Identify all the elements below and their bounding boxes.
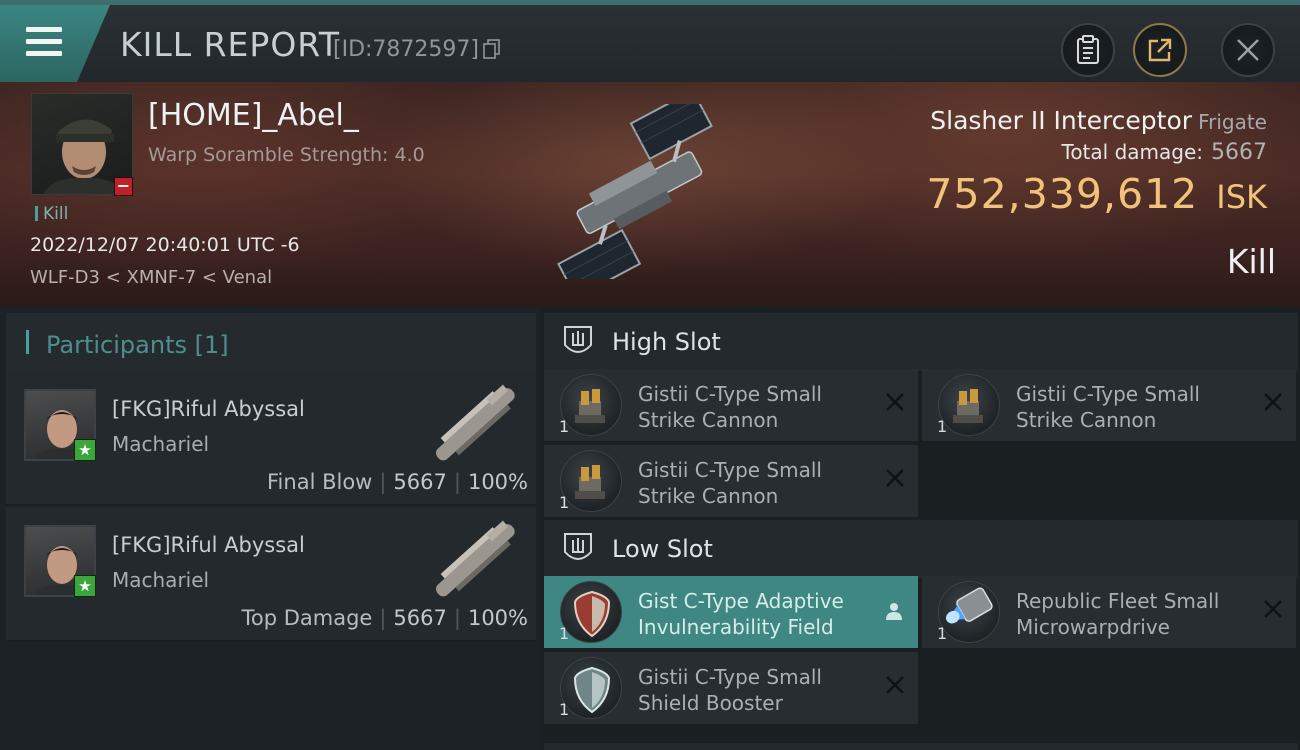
low-slot-title: Low Slot bbox=[612, 535, 713, 563]
menu-icon bbox=[26, 27, 62, 57]
dropped-person-icon bbox=[886, 603, 902, 620]
projectile-turret-icon bbox=[938, 374, 1000, 436]
destroyed-x-icon bbox=[886, 393, 904, 411]
module-name: Gistii C-Type Small Shield Booster bbox=[638, 665, 822, 715]
shield-booster-icon bbox=[560, 657, 622, 719]
microwarpdrive-icon bbox=[938, 581, 1000, 643]
participant-row[interactable]: ★ [FKG]Riful Abyssal Machariel Final Blo… bbox=[6, 371, 536, 505]
participant-stats: Top Damage | 5667 | 100% bbox=[241, 606, 528, 630]
module-item[interactable]: 1 Republic Fleet Small Microwarpdrive bbox=[922, 576, 1296, 648]
module-name: Gistii C-Type Small Strike Cannon bbox=[638, 458, 822, 508]
victim-name[interactable]: [HOME]_Abel_ bbox=[148, 98, 359, 133]
destroyed-x-icon bbox=[886, 676, 904, 694]
kill-summary-banner: − [HOME]_Abel_ Warp Soramble Strength: 4… bbox=[0, 82, 1300, 307]
close-button[interactable] bbox=[1221, 23, 1275, 77]
participant-stats: Final Blow | 5667 | 100% bbox=[267, 470, 528, 494]
isk-value: 752,339,612 ISK bbox=[926, 170, 1267, 218]
invulnerability-field-icon bbox=[560, 581, 622, 643]
victim-ship-name[interactable]: Slasher II Interceptor Frigate bbox=[930, 106, 1267, 135]
kill-timestamp: 2022/12/07 20:40:01 UTC -6 bbox=[30, 234, 300, 256]
fitting-panel: High Slot 1 Gistii C-Type Small Strike Ca… bbox=[540, 307, 1300, 750]
participant-name[interactable]: [FKG]Riful Abyssal bbox=[112, 397, 305, 421]
projectile-turret-icon bbox=[560, 450, 622, 512]
module-item[interactable]: 1 Gistii C-Type Small Strike Cannon bbox=[922, 369, 1296, 441]
participant-ship-image bbox=[435, 520, 515, 597]
close-icon bbox=[1237, 39, 1259, 61]
module-quantity: 1 bbox=[559, 417, 570, 436]
top-bar: KILL REPORT [ID:7872597] bbox=[0, 0, 1300, 82]
hostile-badge: − bbox=[114, 177, 133, 196]
low-slot-header: Low Slot bbox=[544, 520, 1298, 578]
clipboard-icon bbox=[1077, 35, 1099, 64]
destroyed-x-icon bbox=[1264, 393, 1282, 411]
high-slot-icon bbox=[564, 326, 592, 353]
share-button[interactable] bbox=[1133, 23, 1187, 77]
module-quantity: 1 bbox=[937, 417, 948, 436]
module-name: Gistii C-Type Small Strike Cannon bbox=[638, 382, 822, 432]
module-quantity: 1 bbox=[937, 624, 948, 643]
victim-ship-image[interactable] bbox=[525, 104, 770, 279]
kill-tag: Kill bbox=[35, 204, 68, 224]
participant-ship: Machariel bbox=[112, 432, 210, 456]
menu-button[interactable] bbox=[0, 5, 110, 82]
destroyed-x-icon bbox=[886, 469, 904, 487]
participant-ship-image bbox=[435, 384, 515, 461]
copy-icon[interactable] bbox=[483, 39, 501, 59]
corp-star-badge: ★ bbox=[74, 575, 96, 597]
next-slot-header bbox=[544, 743, 1298, 750]
ship-class: Frigate bbox=[1198, 110, 1267, 134]
module-item[interactable]: 1 Gistii C-Type Small Shield Booster bbox=[544, 652, 918, 724]
projectile-turret-icon bbox=[560, 374, 622, 436]
participant-ship: Machariel bbox=[112, 568, 210, 592]
participant-row[interactable]: ★ [FKG]Riful Abyssal Machariel Top Damag… bbox=[6, 507, 536, 641]
module-quantity: 1 bbox=[559, 493, 570, 512]
kill-location[interactable]: WLF-D3 < XMNF-7 < Venal bbox=[30, 267, 272, 288]
module-name: Gist C-Type Adaptive Invulnerability Fiel… bbox=[638, 589, 844, 639]
share-icon bbox=[1148, 38, 1172, 62]
module-item[interactable]: 1 Gistii C-Type Small Strike Cannon bbox=[544, 445, 918, 517]
participants-header: Participants [1] bbox=[6, 313, 536, 371]
participants-title: Participants [1] bbox=[46, 331, 229, 359]
module-name: Republic Fleet Small Microwarpdrive bbox=[1016, 589, 1220, 639]
module-quantity: 1 bbox=[559, 700, 570, 719]
total-damage: Total damage: 5667 bbox=[1061, 140, 1268, 165]
warp-scramble-strength: Warp Soramble Strength: 4.0 bbox=[148, 144, 425, 166]
low-slot-icon bbox=[564, 533, 592, 560]
high-slot-header: High Slot bbox=[544, 313, 1298, 371]
participants-panel: Participants [1] ★ [FKG]Riful Abyssal Ma… bbox=[0, 307, 540, 750]
result-label: Kill bbox=[1226, 242, 1276, 281]
high-slot-title: High Slot bbox=[612, 328, 721, 356]
page-title: KILL REPORT bbox=[120, 25, 340, 64]
corp-star-badge: ★ bbox=[74, 439, 96, 461]
module-name: Gistii C-Type Small Strike Cannon bbox=[1016, 382, 1200, 432]
participant-name[interactable]: [FKG]Riful Abyssal bbox=[112, 533, 305, 557]
clipboard-button[interactable] bbox=[1061, 23, 1115, 77]
report-id: [ID:7872597] bbox=[333, 37, 479, 62]
module-item-selected[interactable]: 1 Gist C-Type Adaptive Invulnerability Fi… bbox=[544, 576, 918, 648]
module-quantity: 1 bbox=[559, 624, 570, 643]
module-item[interactable]: 1 Gistii C-Type Small Strike Cannon bbox=[544, 369, 918, 441]
destroyed-x-icon bbox=[1264, 600, 1282, 618]
